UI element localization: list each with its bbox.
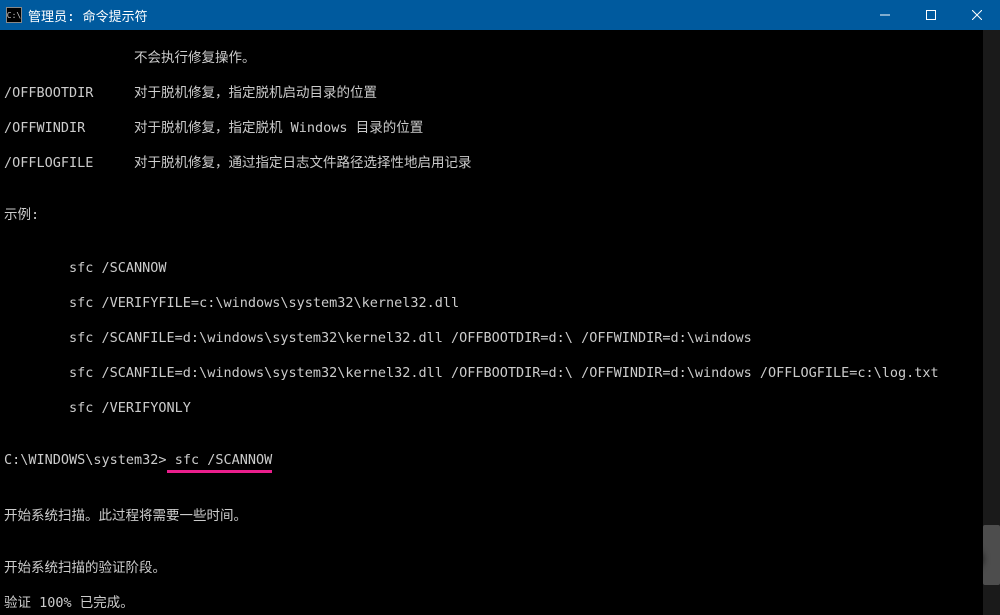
maximize-button[interactable] [908,0,954,30]
window-title: 管理员: 命令提示符 [28,6,862,25]
decorative-blob [923,548,978,570]
vertical-scrollbar[interactable] [983,30,1000,615]
highlighted-command: sfc /SCANNOW [167,452,273,473]
cmd-icon: C:\ [6,7,22,23]
output-line: /OFFWINDIR 对于脱机修复，指定脱机 Windows 目录的位置 [4,120,996,138]
output-line: sfc /SCANFILE=d:\windows\system32\kernel… [4,330,996,348]
output-line: 开始系统扫描的验证阶段。 [4,560,996,578]
output-line: sfc /SCANFILE=d:\windows\system32\kernel… [4,365,996,383]
prompt-line: C:\WINDOWS\system32> sfc /SCANNOW [4,452,996,473]
output-line: /OFFLOGFILE 对于脱机修复，通过指定日志文件路径选择性地启用记录 [4,155,996,173]
minimize-button[interactable] [862,0,908,30]
output-line: sfc /VERIFYONLY [4,400,996,418]
window-titlebar: C:\ 管理员: 命令提示符 [0,0,1000,30]
output-line: sfc /SCANNOW [4,260,996,278]
output-line: sfc /VERIFYFILE=c:\windows\system32\kern… [4,295,996,313]
scrollbar-thumb[interactable] [983,525,1000,585]
output-line: 示例: [4,207,996,225]
output-line: 开始系统扫描。此过程将需要一些时间。 [4,508,996,526]
window-controls [862,0,1000,30]
output-line: 验证 100% 已完成。 [4,595,996,613]
prompt-path: C:\WINDOWS\system32> [4,452,167,468]
close-button[interactable] [954,0,1000,30]
terminal-viewport[interactable]: 不会执行修复操作。 /OFFBOOTDIR 对于脱机修复，指定脱机启动目录的位置… [0,30,1000,615]
output-line: 不会执行修复操作。 [4,50,996,68]
output-line: /OFFBOOTDIR 对于脱机修复，指定脱机启动目录的位置 [4,85,996,103]
